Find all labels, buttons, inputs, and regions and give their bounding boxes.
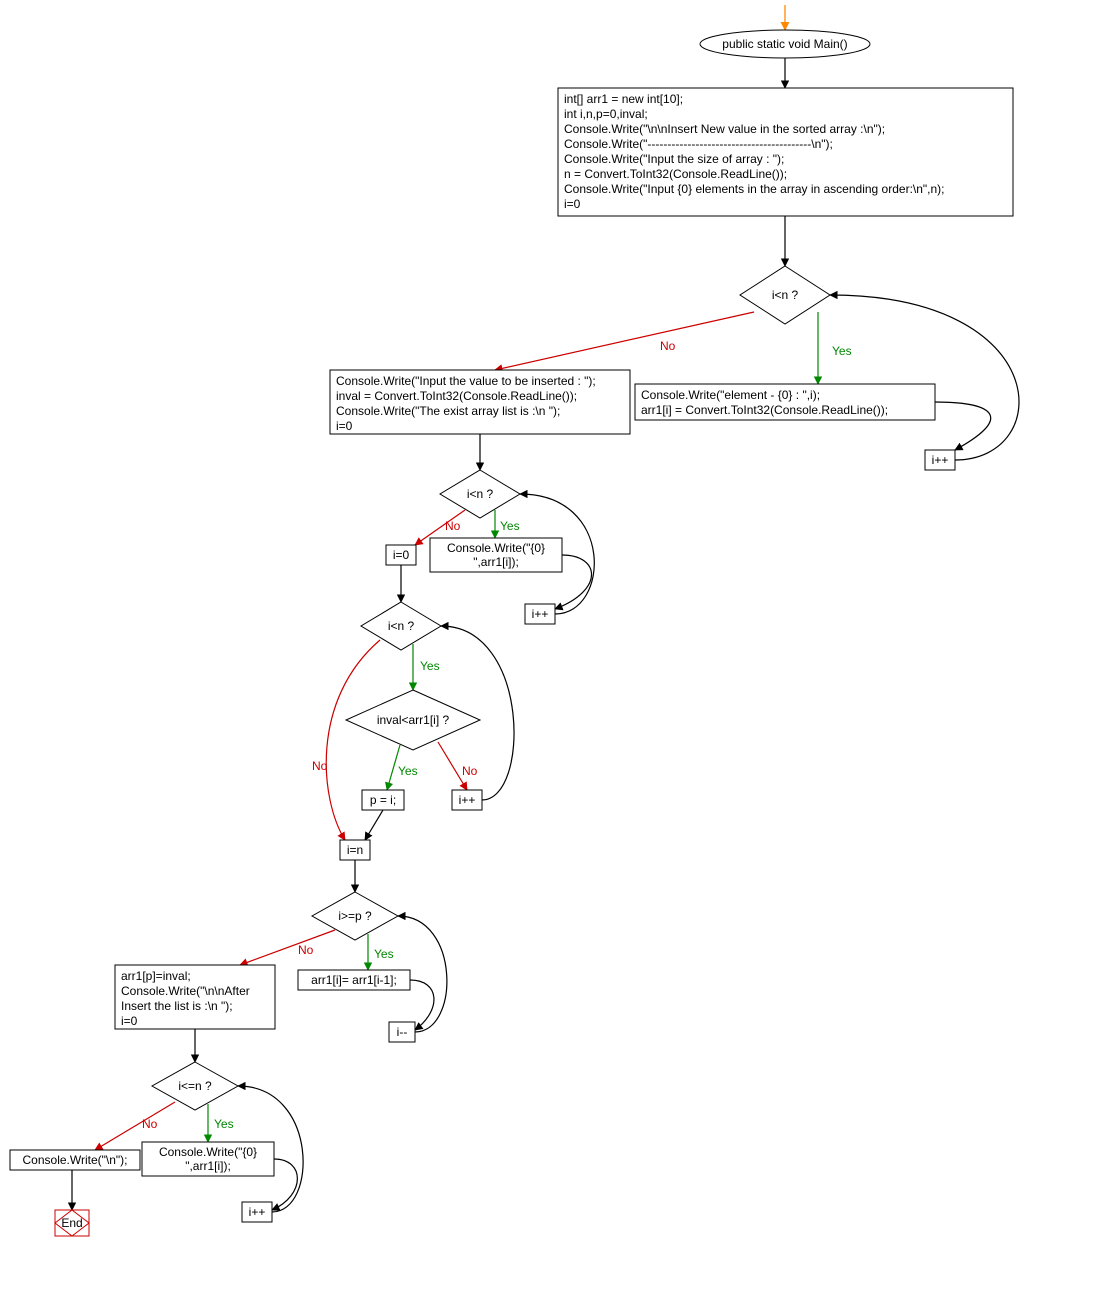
svg-text:Yes: Yes <box>500 519 520 533</box>
svg-text:inval<arr1[i] ?: inval<arr1[i] ? <box>377 713 450 727</box>
svg-text:Console.Write("\n\nAfter: Console.Write("\n\nAfter <box>121 984 250 998</box>
svg-text:arr1[i]= arr1[i-1];: arr1[i]= arr1[i-1]; <box>311 973 397 987</box>
svg-text:i>=p ?: i>=p ? <box>338 909 372 923</box>
svg-text:Yes: Yes <box>398 764 418 778</box>
flowchart: public static void Main() int[] arr1 = n… <box>0 0 1093 1297</box>
svg-text:int[] arr1 = new int[10];: int[] arr1 = new int[10]; <box>564 92 683 106</box>
svg-text:Insert the list is :\n ");: Insert the list is :\n "); <box>121 999 233 1013</box>
d1-decision: i<n ? <box>740 266 830 324</box>
dec-box: i-- <box>389 1022 415 1042</box>
d5-decision: i>=p ? <box>312 892 398 940</box>
inc2-box: i++ <box>525 604 555 624</box>
svg-text:i=n: i=n <box>347 843 363 857</box>
svg-text:Console.Write("---------------: Console.Write("-------------------------… <box>564 137 833 151</box>
svg-text:i++: i++ <box>249 1205 266 1219</box>
afterins-box: arr1[p]=inval; Console.Write("\n\nAfter … <box>115 965 275 1029</box>
d3-decision: i<n ? <box>361 602 441 650</box>
svg-text:No: No <box>462 764 478 778</box>
svg-text:Console.Write("{0}: Console.Write("{0} <box>447 541 545 555</box>
svg-text:No: No <box>312 759 328 773</box>
svg-text:i--: i-- <box>397 1025 408 1039</box>
svg-text:Console.Write("Input the value: Console.Write("Input the value to be ins… <box>336 374 596 388</box>
svg-text:Yes: Yes <box>214 1117 234 1131</box>
svg-text:arr1[i] = Convert.ToInt32(Cons: arr1[i] = Convert.ToInt32(Console.ReadLi… <box>641 403 888 417</box>
svg-text:Console.Write("\n");: Console.Write("\n"); <box>23 1153 128 1167</box>
setp-box: p = i; <box>362 790 404 810</box>
svg-text:i=0: i=0 <box>393 548 410 562</box>
inc1-box: i++ <box>925 450 955 470</box>
svg-text:No: No <box>445 519 461 533</box>
printarr-box: Console.Write("{0} ",arr1[i]); <box>430 538 562 572</box>
svg-text:i=0: i=0 <box>336 419 353 433</box>
svg-text:i++: i++ <box>932 453 949 467</box>
d2-decision: i<n ? <box>440 470 520 518</box>
svg-text:Console.Write("Input {0} eleme: Console.Write("Input {0} elements in the… <box>564 182 945 196</box>
svg-text:Console.Write("\n\nInsert New: Console.Write("\n\nInsert New value in t… <box>564 122 885 136</box>
d4-decision: inval<arr1[i] ? <box>346 690 480 750</box>
print2-box: Console.Write("{0} ",arr1[i]); <box>142 1142 274 1176</box>
svg-text:i=0: i=0 <box>564 197 581 211</box>
start-node: public static void Main() <box>700 30 870 58</box>
inc3-box: i++ <box>452 790 482 810</box>
svg-text:i++: i++ <box>532 607 549 621</box>
svg-text:arr1[p]=inval;: arr1[p]=inval; <box>121 969 191 983</box>
reset0-box: i=0 <box>386 545 416 565</box>
svg-text:i<n ?: i<n ? <box>467 487 494 501</box>
svg-text:",arr1[i]);: ",arr1[i]); <box>185 1159 231 1173</box>
svg-text:Console.Write("element - {0} :: Console.Write("element - {0} : ",i); <box>641 388 820 402</box>
end-node: End <box>55 1210 89 1236</box>
setn-box: i=n <box>340 840 370 860</box>
writen-box: Console.Write("\n"); <box>10 1150 140 1170</box>
svg-text:i<n ?: i<n ? <box>772 288 799 302</box>
inputinval-box: Console.Write("Input the value to be ins… <box>330 370 630 434</box>
inc4-box: i++ <box>242 1202 272 1222</box>
svg-text:Console.Write("{0}: Console.Write("{0} <box>159 1145 257 1159</box>
svg-text:Yes: Yes <box>374 947 394 961</box>
svg-text:End: End <box>61 1216 82 1230</box>
readelem-box: Console.Write("element - {0} : ",i); arr… <box>635 384 935 420</box>
svg-text:Console.Write("The exist array: Console.Write("The exist array list is :… <box>336 404 560 418</box>
svg-text:Yes: Yes <box>832 344 852 358</box>
svg-text:int i,n,p=0,inval;: int i,n,p=0,inval; <box>564 107 648 121</box>
svg-text:p = i;: p = i; <box>370 793 396 807</box>
svg-text:i++: i++ <box>459 793 476 807</box>
svg-text:No: No <box>142 1117 158 1131</box>
svg-text:No: No <box>298 943 314 957</box>
svg-text:Console.Write("Input the size: Console.Write("Input the size of array :… <box>564 152 784 166</box>
shift-box: arr1[i]= arr1[i-1]; <box>298 970 410 990</box>
svg-text:i=0: i=0 <box>121 1014 138 1028</box>
init-box: int[] arr1 = new int[10]; int i,n,p=0,in… <box>558 88 1013 216</box>
svg-text:No: No <box>660 339 676 353</box>
svg-text:n = Convert.ToInt32(Console.Re: n = Convert.ToInt32(Console.ReadLine()); <box>564 167 787 181</box>
svg-text:i<=n ?: i<=n ? <box>178 1079 212 1093</box>
svg-text:",arr1[i]);: ",arr1[i]); <box>473 555 519 569</box>
d6-decision: i<=n ? <box>152 1062 238 1110</box>
start-label: public static void Main() <box>722 37 847 51</box>
svg-text:Yes: Yes <box>420 659 440 673</box>
svg-text:i<n ?: i<n ? <box>388 619 415 633</box>
svg-text:inval = Convert.ToInt32(Consol: inval = Convert.ToInt32(Console.ReadLine… <box>336 389 577 403</box>
